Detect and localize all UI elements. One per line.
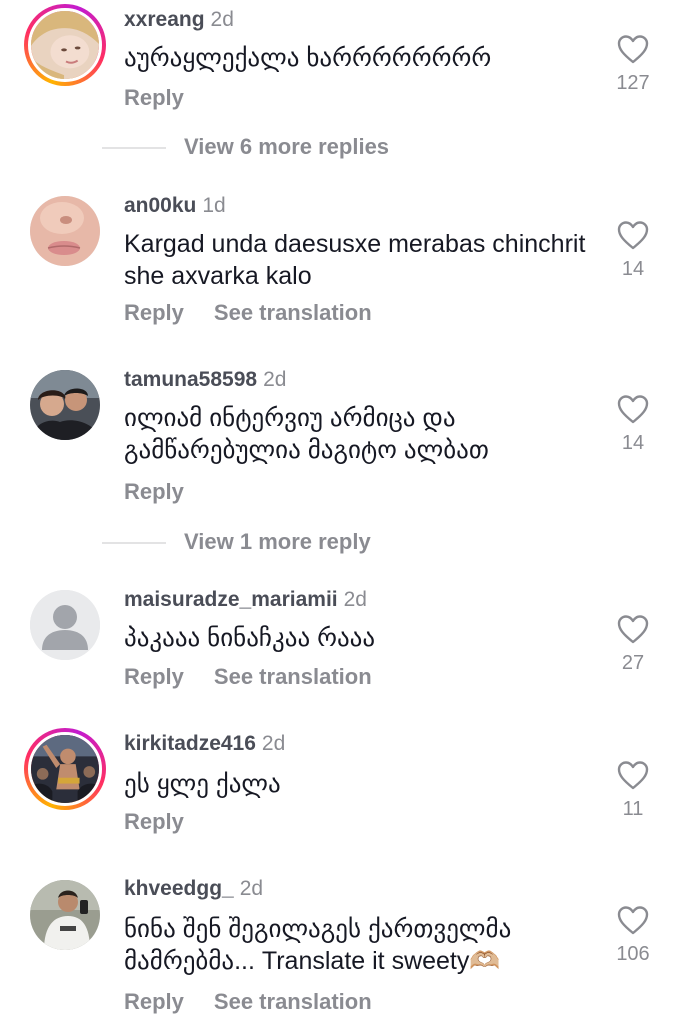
- comment-meta: an00ku 1d: [124, 194, 226, 218]
- username[interactable]: an00ku: [124, 194, 196, 217]
- like-count: 127: [616, 72, 650, 94]
- heart-icon: [617, 615, 649, 644]
- username[interactable]: tamuna58598: [124, 368, 257, 391]
- comment-text: აურაყლექალა ხარრრრრრრრ: [124, 44, 492, 72]
- see-translation-button[interactable]: See translation: [214, 989, 372, 1014]
- username[interactable]: maisuradze_mariamii: [124, 588, 338, 611]
- user-photo-icon: [30, 880, 100, 950]
- avatar[interactable]: [24, 4, 106, 86]
- user-photo-icon: [30, 370, 100, 440]
- like-count: 14: [621, 432, 645, 454]
- heart-icon: [617, 35, 649, 64]
- reply-button[interactable]: Reply: [124, 664, 184, 689]
- like-button[interactable]: 14: [612, 394, 654, 455]
- default-avatar-icon: [30, 590, 100, 660]
- timestamp: 2d: [343, 588, 367, 611]
- heart-icon: [617, 761, 649, 790]
- username[interactable]: kirkitadze416: [124, 732, 256, 755]
- reply-button[interactable]: Reply: [124, 479, 184, 504]
- reply-button[interactable]: Reply: [124, 85, 184, 110]
- heart-icon: [617, 906, 649, 935]
- comment-text: ეს ყლე ქალა: [124, 770, 281, 798]
- comment-actions: Reply: [124, 85, 214, 111]
- comment-actions: Reply See translation: [124, 300, 402, 326]
- avatar[interactable]: [24, 728, 106, 810]
- comment-meta: tamuna58598 2d: [124, 368, 286, 392]
- comment-meta: xxreang 2d: [124, 8, 234, 32]
- heart-icon: [617, 395, 649, 424]
- timestamp: 2d: [210, 8, 234, 31]
- comment-meta: kirkitadze416 2d: [124, 732, 285, 756]
- avatar[interactable]: [30, 196, 100, 266]
- see-translation-button[interactable]: See translation: [214, 664, 372, 689]
- like-count: 27: [621, 652, 645, 674]
- user-photo-icon: [30, 196, 100, 266]
- reply-button[interactable]: Reply: [124, 989, 184, 1014]
- like-button[interactable]: 106: [612, 905, 654, 966]
- like-button[interactable]: 127: [612, 34, 654, 95]
- username[interactable]: xxreang: [124, 8, 205, 31]
- comment-text: პაკააა ნინაჩკაა რააა: [124, 624, 376, 652]
- like-button[interactable]: 14: [612, 220, 654, 281]
- view-more-replies-label[interactable]: View 6 more replies: [184, 134, 389, 160]
- comment-actions: Reply: [124, 479, 214, 505]
- like-count: 11: [622, 798, 644, 820]
- user-photo-icon: [31, 735, 99, 803]
- divider-line: [102, 147, 166, 149]
- heart-icon: [617, 221, 649, 250]
- comment-text: ნინა შენ შეგილაგეს ქართველმა მამრებმა...…: [124, 915, 512, 975]
- like-count: 14: [621, 258, 645, 280]
- timestamp: 2d: [263, 368, 287, 391]
- comment-meta: maisuradze_mariamii 2d: [124, 588, 367, 612]
- see-translation-button[interactable]: See translation: [214, 300, 372, 325]
- comment-meta: khveedgg_ 2d: [124, 877, 263, 901]
- username[interactable]: khveedgg_: [124, 877, 234, 900]
- comment-text: Kargad unda daesusxe merabas chinchrit s…: [124, 230, 586, 290]
- user-photo-icon: [31, 11, 99, 79]
- like-button[interactable]: 11: [612, 760, 654, 821]
- view-more-replies-label[interactable]: View 1 more reply: [184, 529, 371, 555]
- comment-actions: Reply: [124, 809, 214, 835]
- like-button[interactable]: 27: [612, 614, 654, 675]
- reply-button[interactable]: Reply: [124, 300, 184, 325]
- timestamp: 1d: [202, 194, 226, 217]
- like-count: 106: [616, 943, 650, 965]
- timestamp: 2d: [261, 732, 286, 755]
- comment-text: ილიამ ინტერვიუ არმიცა და გამწარებულია მა…: [124, 404, 489, 464]
- timestamp: 2d: [239, 877, 264, 900]
- avatar[interactable]: [30, 590, 100, 660]
- comment-actions: Reply See translation: [124, 664, 402, 690]
- avatar[interactable]: [30, 880, 100, 950]
- avatar[interactable]: [30, 370, 100, 440]
- reply-button[interactable]: Reply: [124, 809, 184, 834]
- divider-line: [102, 542, 166, 544]
- comment-actions: Reply See translation: [124, 989, 402, 1015]
